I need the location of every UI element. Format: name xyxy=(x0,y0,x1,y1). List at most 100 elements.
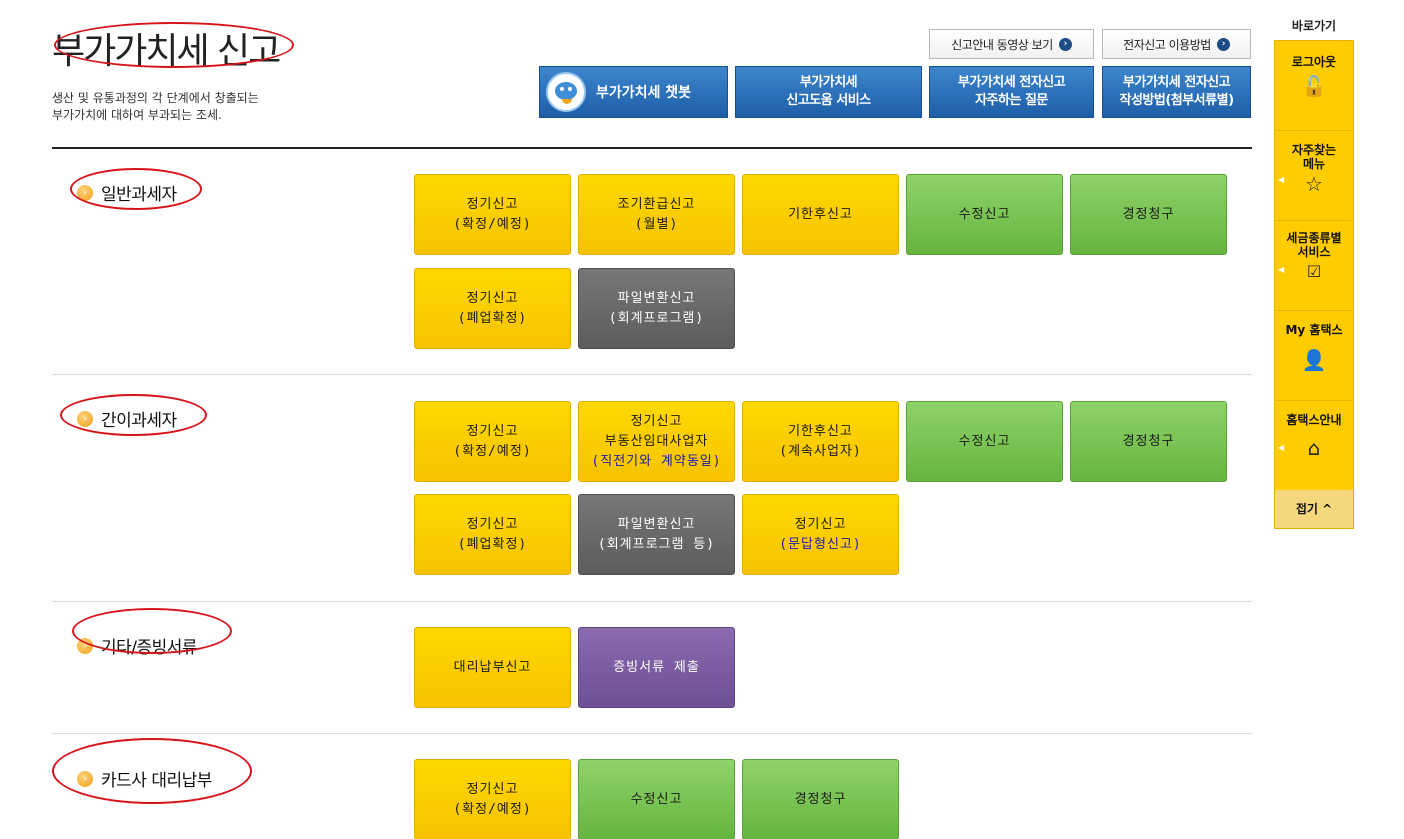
proxy-payment-filing-button[interactable]: 대리납부신고 xyxy=(414,627,571,708)
tile-label: 정기신고 xyxy=(466,516,519,532)
tile-label: 대리납부신고 xyxy=(453,659,532,675)
page-description: 생산 및 유통과정의 각 단계에서 창출되는 부가가치에 대하여 부과되는 조세… xyxy=(52,90,259,124)
hometax-guide-label: 홈택스안내 xyxy=(1286,413,1342,427)
section-title: 카드사 대리납부 xyxy=(101,771,212,791)
bullet-arrow-icon: › xyxy=(77,770,93,787)
arrow-right-icon: › xyxy=(1058,37,1072,51)
tax-service-label: 서비스 xyxy=(1297,245,1331,259)
tile-label: 기한후신고 xyxy=(788,423,853,439)
arrow-left-icon: ◀ xyxy=(1278,443,1285,452)
tile-label: 수정신고 xyxy=(958,433,1011,449)
tile-label: (확정/예정) xyxy=(453,216,532,232)
arrow-left-icon: ◀ xyxy=(1278,265,1285,274)
arrow-right-icon: › xyxy=(1216,37,1230,51)
chatbot-icon xyxy=(546,72,586,112)
user-icon: 👤 xyxy=(1301,348,1327,372)
quickbar: 로그아웃 🔓 ◀ 자주찾는 메뉴 ☆ ◀ 세금종류별 서비스 ☑ My 홈택스 … xyxy=(1274,40,1354,529)
header-divider xyxy=(52,147,1252,149)
my-hometax-label: My 홈택스 xyxy=(1285,323,1343,337)
frequent-menu-button[interactable]: ◀ 자주찾는 메뉴 ☆ xyxy=(1275,131,1353,221)
simplified-file-conversion-button[interactable]: 파일변환신고 (회계프로그램 등) xyxy=(578,494,735,575)
tile-label: (계속사업자) xyxy=(779,443,862,459)
video-guide-label: 신고안내 동영상 보기 xyxy=(951,37,1053,52)
simplified-correction-claim-button[interactable]: 경정청구 xyxy=(1070,401,1227,482)
tile-label: 경정청구 xyxy=(1122,206,1175,222)
filing-help-label: 부가가치세 xyxy=(799,75,858,90)
tile-label: 파일변환신고 xyxy=(617,516,696,532)
bullet-arrow-icon: › xyxy=(77,637,93,654)
general-amended-filing-button[interactable]: 수정신고 xyxy=(906,174,1063,255)
filing-help-button[interactable]: 부가가치세 신고도움 서비스 xyxy=(735,66,922,118)
tile-label: 경정청구 xyxy=(1122,433,1175,449)
video-guide-link[interactable]: 신고안내 동영상 보기 › xyxy=(929,29,1094,59)
frequent-menu-label: 메뉴 xyxy=(1302,157,1326,171)
card-correction-claim-button[interactable]: 경정청구 xyxy=(742,759,899,839)
general-early-refund-button[interactable]: 조기환급신고 (월별) xyxy=(578,174,735,255)
section-divider xyxy=(52,733,1252,734)
hometax-guide-button[interactable]: ◀ 홈택스안내 ⌂ xyxy=(1275,401,1353,490)
card-amended-filing-button[interactable]: 수정신고 xyxy=(578,759,735,839)
general-closure-filing-button[interactable]: 정기신고 (폐업확정) xyxy=(414,268,571,349)
tile-label: 수정신고 xyxy=(958,206,1011,222)
tile-label: (회계프로그램 등) xyxy=(597,536,716,552)
section-label-other: › 기타/증빙서류 xyxy=(77,633,198,658)
general-file-conversion-button[interactable]: 파일변환신고 (회계프로그램) xyxy=(578,268,735,349)
tile-label: 정기신고 xyxy=(794,516,847,532)
howto-label: 전자신고 이용방법 xyxy=(1123,37,1211,52)
general-regular-filing-button[interactable]: 정기신고 (확정/예정) xyxy=(414,174,571,255)
filing-help-label: 신고도움 서비스 xyxy=(786,93,871,108)
tile-label: 정기신고 xyxy=(466,196,519,212)
simplified-late-filing-button[interactable]: 기한후신고 (계속사업자) xyxy=(742,401,899,482)
unlock-icon: 🔓 xyxy=(1301,74,1327,98)
simplified-closure-filing-button[interactable]: 정기신고 (폐업확정) xyxy=(414,494,571,575)
arrow-left-icon: ◀ xyxy=(1278,175,1285,184)
writing-guide-button[interactable]: 부가가치세 전자신고 작성방법(첨부서류별) xyxy=(1102,66,1251,118)
tile-label: (확정/예정) xyxy=(453,443,532,459)
section-label-card: › 카드사 대리납부 xyxy=(77,766,212,791)
fold-button[interactable]: 접기 ^ xyxy=(1275,490,1353,528)
general-late-filing-button[interactable]: 기한후신고 xyxy=(742,174,899,255)
simplified-regular-filing-button[interactable]: 정기신고 (확정/예정) xyxy=(414,401,571,482)
star-icon: ☆ xyxy=(1305,172,1323,196)
logout-button[interactable]: 로그아웃 🔓 xyxy=(1275,41,1353,131)
tile-label: 정기신고 xyxy=(466,423,519,439)
section-label-simplified: › 간이과세자 xyxy=(77,406,177,431)
bullet-arrow-icon: › xyxy=(77,410,93,427)
section-title: 일반과세자 xyxy=(101,185,177,205)
tile-highlight-label: (직전기와 계약동일) xyxy=(591,453,722,469)
simplified-amended-filing-button[interactable]: 수정신고 xyxy=(906,401,1063,482)
chatbot-label: 부가가치세 챗봇 xyxy=(596,85,692,101)
writing-guide-label: 부가가치세 전자신고 xyxy=(1122,75,1231,90)
faq-button[interactable]: 부가가치세 전자신고 자주하는 질문 xyxy=(929,66,1094,118)
bullet-arrow-icon: › xyxy=(77,184,93,201)
page-title: 부가가치세 신고 xyxy=(52,31,281,72)
simplified-qa-filing-button[interactable]: 정기신고 (문답형신고) xyxy=(742,494,899,575)
section-title: 간이과세자 xyxy=(101,411,177,431)
howto-link[interactable]: 전자신고 이용방법 › xyxy=(1102,29,1251,59)
section-divider xyxy=(52,374,1252,375)
card-regular-filing-button[interactable]: 정기신고 (확정/예정) xyxy=(414,759,571,839)
quickbar-title: 바로가기 xyxy=(1291,19,1337,33)
description-line: 생산 및 유통과정의 각 단계에서 창출되는 xyxy=(52,91,259,105)
evidence-submission-button[interactable]: 증빙서류 제출 xyxy=(578,627,735,708)
tile-label: (회계프로그램) xyxy=(608,310,705,326)
house-icon: ⌂ xyxy=(1307,436,1321,460)
tile-label: (확정/예정) xyxy=(453,801,532,817)
faq-label: 부가가치세 전자신고 xyxy=(957,75,1066,90)
tile-label: 부동산임대사업자 xyxy=(604,433,709,449)
tile-label: 파일변환신고 xyxy=(617,290,696,306)
logout-label: 로그아웃 xyxy=(1291,55,1337,69)
section-title: 기타/증빙서류 xyxy=(101,638,198,658)
tax-service-label: 세금종류별 xyxy=(1286,231,1342,245)
general-correction-claim-button[interactable]: 경정청구 xyxy=(1070,174,1227,255)
frequent-menu-label: 자주찾는 xyxy=(1291,143,1337,157)
chatbot-button[interactable]: 부가가치세 챗봇 xyxy=(539,66,728,118)
simplified-realty-filing-button[interactable]: 정기신고 부동산임대사업자 (직전기와 계약동일) xyxy=(578,401,735,482)
tile-label: 정기신고 xyxy=(466,781,519,797)
tile-label: (폐업확정) xyxy=(457,536,528,552)
tile-label: 기한후신고 xyxy=(788,206,853,222)
tile-highlight-label: (문답형신고) xyxy=(779,536,862,552)
tile-label: 수정신고 xyxy=(630,791,683,807)
tax-service-button[interactable]: ◀ 세금종류별 서비스 ☑ xyxy=(1275,221,1353,311)
my-hometax-button[interactable]: My 홈택스 👤 xyxy=(1275,311,1353,401)
